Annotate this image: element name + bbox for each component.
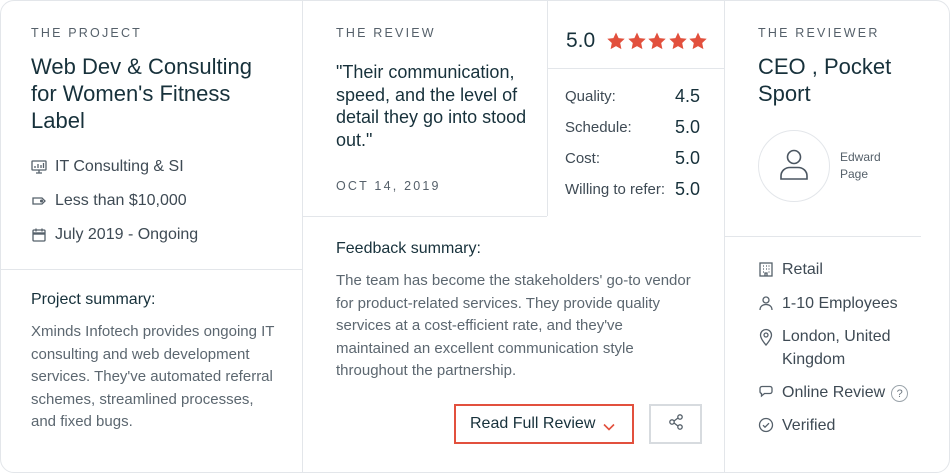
project-eyebrow: THE PROJECT <box>31 26 143 40</box>
reviewer-company-size: 1-10 Employees <box>758 293 898 316</box>
feedback-line: services at a cost-efficient rate, and t… <box>336 317 623 335</box>
chevron-down-icon <box>602 419 616 431</box>
project-title-line: for Women's Fitness <box>31 81 231 106</box>
share-icon <box>667 413 685 436</box>
project-service-text: IT Consulting & SI <box>55 158 184 175</box>
quote-line: speed, and the level of <box>336 84 518 105</box>
reviewer-location: London, United Kingdom <box>758 326 891 371</box>
score-value: 5.0 <box>675 179 701 199</box>
reviewer-column: THE REVIEWER CEO , Pocket Sport Edward P… <box>725 1 949 472</box>
divider <box>725 236 921 237</box>
calendar-icon <box>31 227 47 243</box>
review-date: OCT 14, 2019 <box>336 179 441 193</box>
overall-rating: 5.0 <box>566 29 596 52</box>
star-icon <box>648 32 666 50</box>
project-timeline: July 2019 - Ongoing <box>31 224 198 246</box>
star-icon <box>607 32 625 50</box>
score-schedule: Schedule: 5.0 <box>565 117 725 141</box>
divider <box>548 68 725 69</box>
project-timeline-text: July 2019 - Ongoing <box>55 226 199 243</box>
location-pin-icon <box>758 328 774 346</box>
project-title: Web Dev & Consulting for Women's Fitness… <box>31 53 291 134</box>
project-summary-label: Project summary: <box>31 291 156 308</box>
feedback-line: for product-related services. They provi… <box>336 294 661 312</box>
feedback-line: throughout the partnership. <box>336 362 517 380</box>
project-service: IT Consulting & SI <box>31 156 184 178</box>
reviewer-verified-text: Verified <box>782 417 836 434</box>
review-card: THE PROJECT Web Dev & Consulting for Wom… <box>0 0 950 473</box>
project-title-line: Web Dev & Consulting <box>31 54 252 79</box>
score-willing-to-refer: Willing to refer: 5.0 <box>565 179 725 203</box>
divider <box>1 269 302 270</box>
reviewer-title-line: CEO , Pocket <box>758 54 892 79</box>
reviewer-eyebrow: THE REVIEWER <box>758 26 880 40</box>
location-line: Kingdom <box>782 350 846 368</box>
reviewer-name: Edward Page <box>840 149 910 183</box>
reviewer-review-type: Online Review ? <box>758 382 909 405</box>
score-value: 5.0 <box>675 117 701 137</box>
score-label: Quality: <box>565 88 616 105</box>
help-icon[interactable]: ? <box>891 385 909 402</box>
score-label: Schedule: <box>565 119 632 136</box>
reviewer-review-type-text: Online Review <box>782 384 886 401</box>
user-icon <box>776 146 812 187</box>
read-full-review-label: Read Full Review <box>470 415 596 432</box>
avatar <box>758 130 830 202</box>
feedback-summary-label: Feedback summary: <box>336 240 481 257</box>
score-label: Willing to refer: <box>565 181 666 198</box>
reviewer-name-line: Page <box>840 167 869 181</box>
star-icon <box>689 32 707 50</box>
score-label: Cost: <box>565 150 601 167</box>
score-value: 4.5 <box>675 86 701 106</box>
feedback-summary-text: The team has become the stakeholders' go… <box>336 270 706 383</box>
reviewer-location-text: London, United Kingdom <box>782 326 891 371</box>
feedback-line: maintained an excellent communication st… <box>336 339 634 357</box>
reviewer-title-line: Sport <box>758 81 811 106</box>
summary-line: consulting and web development <box>31 345 250 363</box>
price-tag-icon <box>31 193 47 209</box>
reviewer-industry: Retail <box>758 259 823 282</box>
quote-line: out." <box>336 129 373 150</box>
star-icon <box>668 32 687 50</box>
project-budget-text: Less than $10,000 <box>55 192 187 209</box>
monitor-chart-icon <box>31 159 47 175</box>
reviewer-verified: Verified <box>758 415 835 438</box>
score-value: 5.0 <box>675 148 701 168</box>
check-circle-icon <box>758 417 774 435</box>
star-rating <box>606 31 709 51</box>
summary-line: Xminds Infotech provides ongoing IT <box>31 323 275 340</box>
summary-line: schemes, streamlined processes, <box>31 390 254 408</box>
building-icon <box>758 261 774 279</box>
project-summary-text: Xminds Infotech provides ongoing IT cons… <box>31 321 293 434</box>
quote-line: detail they go into stood <box>336 107 527 127</box>
reviewer-industry-text: Retail <box>782 261 823 278</box>
summary-line: services. They've automated referral <box>31 368 273 386</box>
star-icon <box>627 32 646 50</box>
share-button[interactable] <box>649 404 702 444</box>
project-title-line: Label <box>31 108 85 133</box>
reviewer-name-line: Edward <box>840 150 881 164</box>
review-column: THE REVIEW "Their communication, speed, … <box>303 1 725 472</box>
review-eyebrow: THE REVIEW <box>336 26 436 40</box>
score-cost: Cost: 5.0 <box>565 148 725 172</box>
person-icon <box>758 295 774 313</box>
score-quality: Quality: 4.5 <box>565 86 725 110</box>
divider <box>303 216 547 217</box>
review-quote: "Their communication, speed, and the lev… <box>336 61 536 151</box>
reviewer-title: CEO , Pocket Sport <box>758 53 938 107</box>
summary-line: and fixed bugs. <box>31 413 133 431</box>
chat-bubble-icon <box>758 384 774 402</box>
project-column: THE PROJECT Web Dev & Consulting for Wom… <box>1 1 303 472</box>
reviewer-company-size-text: 1-10 Employees <box>782 295 898 312</box>
score-panel: 5.0 Quality: 4.5 Schedule: 5.0 Cost: 5.0… <box>547 1 725 216</box>
feedback-line: The team has become the stakeholders' go… <box>336 272 691 289</box>
quote-line: "Their communication, <box>336 62 515 82</box>
read-full-review-button[interactable]: Read Full Review <box>454 404 634 444</box>
project-budget: Less than $10,000 <box>31 190 187 212</box>
location-line: London, United <box>782 328 891 345</box>
